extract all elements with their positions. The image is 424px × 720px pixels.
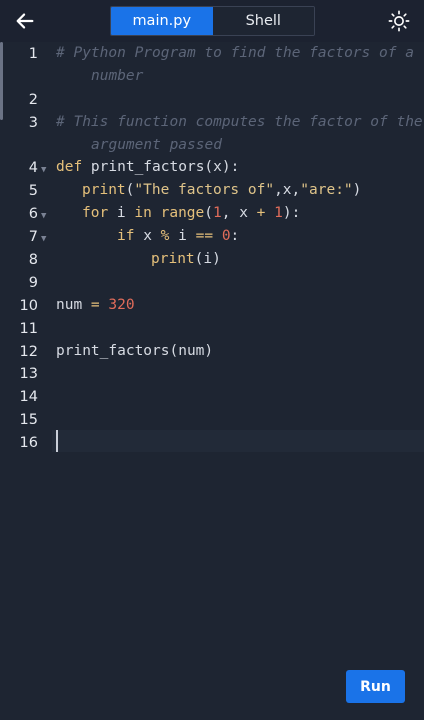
theme-toggle-button[interactable] bbox=[384, 6, 414, 36]
comment-text: number bbox=[91, 67, 144, 84]
code-line: 11 bbox=[0, 319, 424, 342]
number-token: 0 bbox=[221, 228, 231, 245]
number-token: 320 bbox=[108, 296, 135, 313]
comment-text: # This function computes the factor of t… bbox=[56, 113, 423, 130]
line-number: 2 bbox=[28, 91, 38, 108]
code-line: 1 # Python Program to find the factors o… bbox=[0, 44, 424, 67]
code-line: 10 num = 320 bbox=[0, 296, 424, 319]
function-token: print bbox=[151, 251, 195, 268]
keyword-token: def bbox=[56, 159, 83, 176]
code-token: x bbox=[134, 228, 161, 245]
code-line: 4 ▼ def print_factors(x): bbox=[0, 158, 424, 181]
code-line: 5 print("The factors of",x,"are:") bbox=[0, 181, 424, 204]
code-token: ): bbox=[282, 205, 301, 222]
operator-token: = bbox=[90, 296, 100, 313]
code-line: 13 bbox=[0, 364, 424, 387]
code-line-wrap: argument passed bbox=[0, 136, 424, 159]
sun-icon bbox=[388, 10, 410, 32]
line-number: 11 bbox=[19, 320, 38, 337]
code-token: i bbox=[169, 228, 196, 245]
line-number: 12 bbox=[19, 343, 38, 360]
code-token: : bbox=[230, 228, 240, 245]
operator-token: == bbox=[195, 228, 214, 245]
file-tabs: main.py Shell bbox=[110, 6, 315, 36]
keyword-token: if bbox=[117, 228, 135, 245]
line-number: 8 bbox=[28, 252, 38, 269]
comment-text: argument passed bbox=[91, 136, 222, 153]
function-token: range bbox=[160, 205, 205, 222]
line-number: 4 bbox=[28, 160, 38, 177]
code-line: 6 ▼ for i in range(1, x + 1): bbox=[0, 204, 424, 227]
line-number: 9 bbox=[28, 274, 38, 291]
code-line: 9 bbox=[0, 273, 424, 296]
code-token: ,x, bbox=[274, 182, 301, 199]
arrow-left-icon bbox=[16, 13, 34, 29]
function-token: print bbox=[82, 182, 126, 199]
fold-chevron-icon[interactable]: ▼ bbox=[41, 234, 46, 244]
code-token: (i) bbox=[194, 251, 221, 268]
code-editor[interactable]: 1 # Python Program to find the factors o… bbox=[0, 44, 424, 456]
code-line: 12 print_factors(num) bbox=[0, 342, 424, 365]
line-number: 15 bbox=[19, 412, 38, 429]
line-number: 13 bbox=[19, 366, 38, 383]
string-token: "The factors of" bbox=[134, 182, 275, 199]
line-number: 5 bbox=[28, 183, 38, 200]
tab-main-py[interactable]: main.py bbox=[111, 7, 213, 35]
code-token: print_factors(x): bbox=[82, 159, 240, 176]
code-line: 16 bbox=[0, 433, 424, 456]
string-token: "are:" bbox=[300, 182, 353, 199]
code-token: i bbox=[108, 205, 135, 222]
code-token: ) bbox=[352, 182, 362, 199]
back-button[interactable] bbox=[10, 6, 40, 36]
line-number: 7 bbox=[28, 229, 38, 246]
code-line: 2 bbox=[0, 90, 424, 113]
keyword-token: for bbox=[82, 205, 109, 222]
code-line: 14 bbox=[0, 387, 424, 410]
line-number: 6 bbox=[28, 206, 38, 223]
tab-shell[interactable]: Shell bbox=[212, 7, 314, 35]
code-token: ( bbox=[204, 205, 213, 222]
number-token: 1 bbox=[274, 205, 283, 222]
code-line: 15 bbox=[0, 410, 424, 433]
fold-chevron-icon[interactable]: ▼ bbox=[41, 211, 46, 221]
keyword-token: in bbox=[134, 205, 152, 222]
code-token: , x bbox=[221, 205, 257, 222]
top-bar: main.py Shell bbox=[0, 0, 424, 42]
line-number: 14 bbox=[19, 389, 38, 406]
code-token: num bbox=[56, 296, 91, 313]
number-token: 1 bbox=[213, 205, 222, 222]
code-line: 8 print(i) bbox=[0, 250, 424, 273]
text-cursor bbox=[56, 430, 58, 452]
line-number: 16 bbox=[19, 435, 38, 452]
line-number: 10 bbox=[19, 297, 38, 314]
line-number: 3 bbox=[28, 114, 38, 131]
code-line: 7 ▼ if x % i == 0: bbox=[0, 227, 424, 250]
comment-text: # Python Program to find the factors of … bbox=[56, 45, 414, 61]
code-line-wrap: number bbox=[0, 67, 424, 90]
code-line: 3 # This function computes the factor of… bbox=[0, 113, 424, 136]
fold-chevron-icon[interactable]: ▼ bbox=[41, 165, 46, 175]
code-token: print_factors(num) bbox=[56, 342, 214, 359]
run-button[interactable]: Run bbox=[346, 670, 405, 703]
line-number: 1 bbox=[28, 46, 38, 62]
